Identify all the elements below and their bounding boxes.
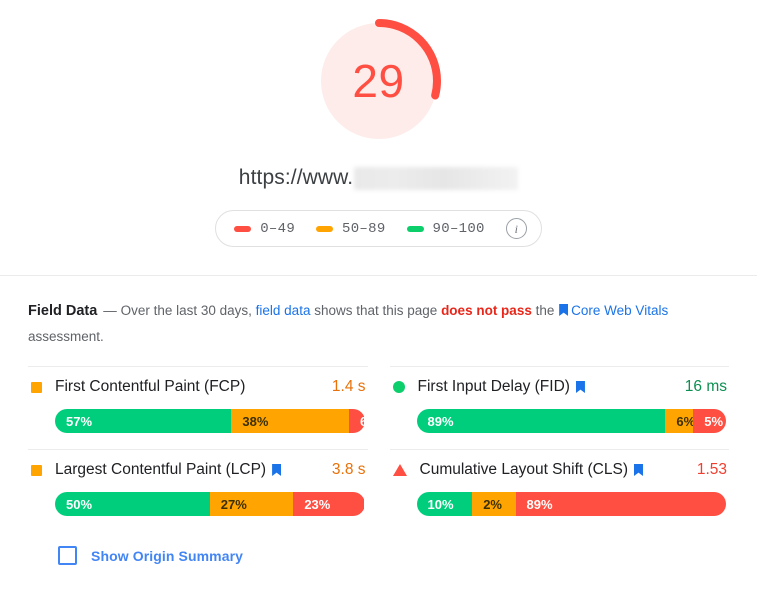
metrics-grid: First Contentful Paint (FCP) 1.4 s 57% 3… xyxy=(28,366,729,532)
bar-segment-poor: 23% xyxy=(293,492,365,516)
metric-marker-square-icon xyxy=(31,381,42,393)
bar-segment-poor: 89% xyxy=(515,492,726,516)
metric-lcp[interactable]: Largest Contentful Paint (LCP) 3.8 s 50%… xyxy=(28,449,368,532)
bar-segment-average: 38% xyxy=(231,409,350,433)
metric-fid-distribution-bar: 89% 6% 5% xyxy=(416,409,726,433)
dash-orange-icon xyxy=(316,225,334,232)
bar-segment-poor: 5% xyxy=(693,409,726,433)
bar-segment-good: 57% xyxy=(55,409,232,433)
performance-score-gauge[interactable]: 29 xyxy=(312,14,446,148)
metric-cls-name: Cumulative Layout Shift (CLS) xyxy=(419,461,628,478)
metric-cls-head: Cumulative Layout Shift (CLS) 1.53 xyxy=(390,461,730,479)
metric-lcp-value: 3.8 s xyxy=(331,461,366,478)
field-data-text-1: Over the last 30 days, xyxy=(120,303,252,318)
show-origin-summary-row[interactable]: Show Origin Summary xyxy=(28,546,729,565)
bar-segment-good: 50% xyxy=(55,492,210,516)
bookmark-icon xyxy=(272,464,282,476)
metric-fid-name: First Input Delay (FID) xyxy=(417,378,570,395)
field-data-text-2: shows that this page xyxy=(314,303,438,318)
legend-item-average: 50–89 xyxy=(316,221,386,237)
bookmark-icon xyxy=(575,381,585,393)
dash-red-icon xyxy=(234,225,252,232)
legend-item-good: 90–100 xyxy=(406,220,485,237)
info-icon[interactable]: i xyxy=(505,218,527,239)
show-origin-summary-label[interactable]: Show Origin Summary xyxy=(91,548,243,564)
bookmark-icon xyxy=(559,304,569,316)
page-url-redacted-block xyxy=(354,166,519,190)
bar-segment-poor: 6% xyxy=(349,409,365,433)
core-web-vitals-link[interactable]: Core Web Vitals xyxy=(571,303,668,318)
field-data-title: Field Data xyxy=(28,303,98,319)
field-data-text-3: the xyxy=(535,303,555,318)
metric-fcp-name: First Contentful Paint (FCP) xyxy=(55,378,246,395)
bar-segment-average: 2% xyxy=(472,492,516,516)
field-data-verdict: does not pass xyxy=(441,303,532,318)
page-url-prefix: https://www. xyxy=(238,166,354,189)
page-url: https://www. xyxy=(238,166,519,190)
field-data-link[interactable]: field data xyxy=(256,303,311,318)
metric-lcp-distribution-bar: 50% 27% 23% xyxy=(55,492,365,516)
metric-fid[interactable]: First Input Delay (FID) 16 ms 89% 6% 5% xyxy=(389,366,730,449)
metric-cls-value: 1.53 xyxy=(696,461,727,478)
legend-label-good: 90–100 xyxy=(432,220,485,237)
bar-segment-average: 6% xyxy=(665,409,695,433)
metric-fcp-value: 1.4 s xyxy=(331,378,366,395)
metric-fid-head: First Input Delay (FID) 16 ms xyxy=(390,378,730,396)
metric-fcp-head: First Contentful Paint (FCP) 1.4 s xyxy=(28,378,368,396)
legend-item-poor: 0–49 xyxy=(234,221,295,237)
metric-fid-value: 16 ms xyxy=(684,378,727,395)
metric-lcp-head: Largest Contentful Paint (LCP) 3.8 s xyxy=(28,461,368,479)
bar-segment-average: 27% xyxy=(209,492,294,516)
dash-green-icon xyxy=(406,225,424,232)
field-data-headline: Field Data — Over the last 30 days, field… xyxy=(28,298,728,350)
metric-fcp-distribution-bar: 57% 38% 6% xyxy=(55,409,365,433)
score-section: 29 https://www. 0–49 50–89 90–100 i xyxy=(0,0,757,247)
field-data-dash: — xyxy=(103,303,117,318)
bookmark-icon xyxy=(633,464,643,476)
score-legend: 0–49 50–89 90–100 i xyxy=(215,210,542,247)
legend-label-average: 50–89 xyxy=(342,220,386,237)
metric-cls-distribution-bar: 10% 2% 89% xyxy=(416,492,727,516)
metric-marker-triangle-icon xyxy=(392,464,407,476)
show-origin-summary-checkbox[interactable] xyxy=(58,546,77,565)
field-data-section: Field Data — Over the last 30 days, field… xyxy=(0,276,757,565)
bar-segment-good: 10% xyxy=(416,492,473,516)
metric-fcp[interactable]: First Contentful Paint (FCP) 1.4 s 57% 3… xyxy=(28,366,368,449)
score-value: 29 xyxy=(352,55,405,107)
legend-label-poor: 0–49 xyxy=(260,220,296,237)
metric-lcp-name: Largest Contentful Paint (LCP) xyxy=(55,461,267,478)
bar-segment-good: 89% xyxy=(416,409,666,433)
metric-cls[interactable]: Cumulative Layout Shift (CLS) 1.53 10% 2… xyxy=(389,449,730,532)
metric-marker-circle-icon xyxy=(392,381,405,393)
field-data-text-4: assessment. xyxy=(28,329,104,344)
metric-marker-square-icon xyxy=(31,464,42,476)
